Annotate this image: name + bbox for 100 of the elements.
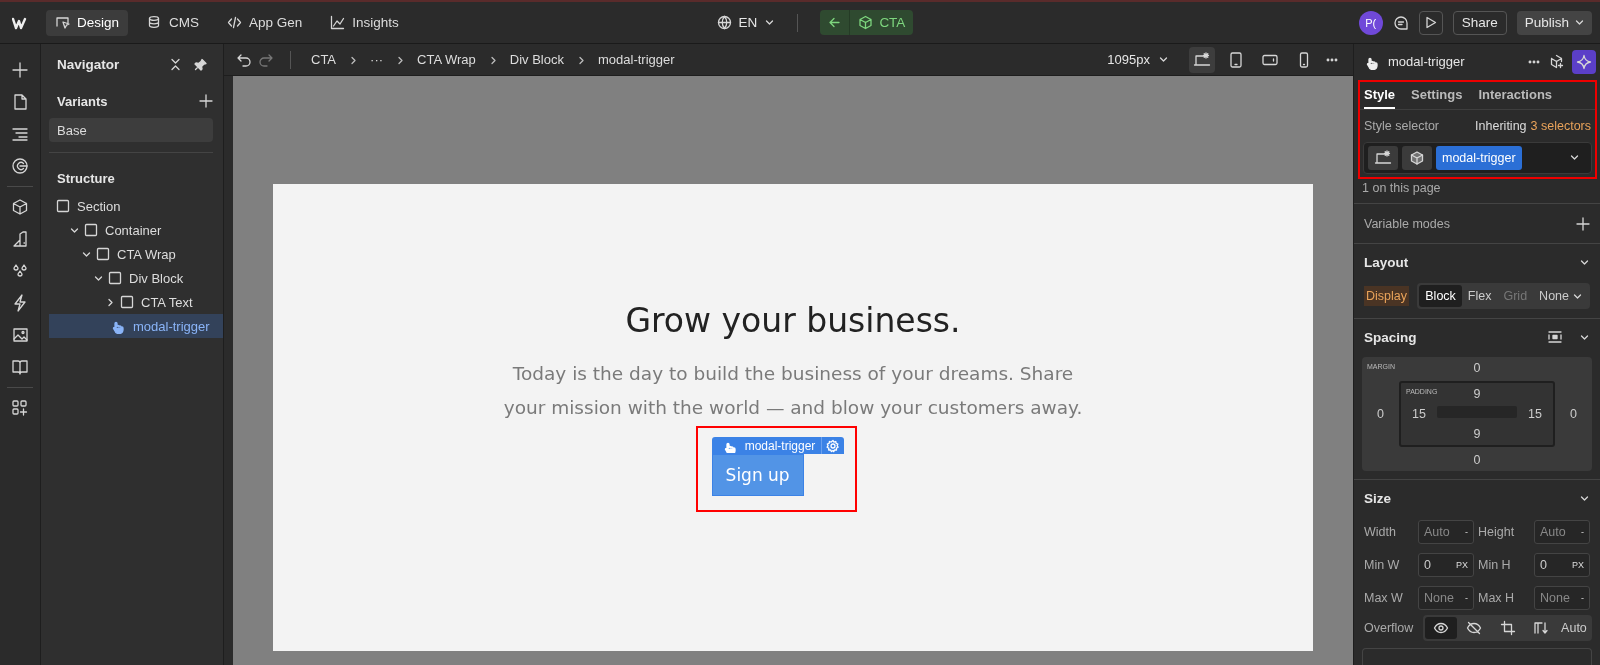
- caret-icon[interactable]: [81, 249, 91, 259]
- display-option[interactable]: None: [1533, 285, 1588, 308]
- book-icon[interactable]: [11, 358, 29, 376]
- avatar[interactable]: P(: [1358, 10, 1383, 35]
- image-icon[interactable]: [11, 326, 29, 344]
- pin-icon[interactable]: [194, 57, 207, 71]
- eye-off-icon: [1466, 620, 1483, 637]
- padding-value[interactable]: 15: [1412, 407, 1426, 422]
- display-option[interactable]: Flex: [1461, 285, 1498, 308]
- tree-item[interactable]: Section: [49, 194, 223, 218]
- navigator-icon[interactable]: [11, 125, 29, 143]
- input-field[interactable]: Auto -: [1418, 520, 1474, 545]
- input-field[interactable]: 0 PX: [1534, 553, 1590, 578]
- selectors-link[interactable]: 3 selectors: [1530, 118, 1591, 133]
- width-selector[interactable]: 1095px: [1107, 52, 1169, 67]
- panel-tab[interactable]: Settings: [1411, 81, 1463, 109]
- comment-icon[interactable]: [1392, 14, 1409, 31]
- gear-icon[interactable]: [826, 438, 841, 453]
- spacing-icon[interactable]: [1547, 329, 1563, 346]
- input-field[interactable]: Auto -: [1534, 520, 1590, 545]
- padding-value[interactable]: 9: [1473, 387, 1481, 402]
- class-tag[interactable]: modal-trigger: [1436, 145, 1522, 170]
- input-field[interactable]: 0 PX: [1418, 553, 1474, 578]
- panel-tab[interactable]: Interactions: [1478, 81, 1553, 109]
- field-label: Min H: [1478, 558, 1512, 573]
- mode-tab[interactable]: Design: [46, 9, 129, 36]
- share-button[interactable]: Share: [1452, 10, 1507, 35]
- apps-icon[interactable]: [11, 399, 29, 417]
- preview-button[interactable]: [1418, 10, 1443, 35]
- overflow-option[interactable]: Auto: [1557, 617, 1590, 640]
- mode-tab[interactable]: Insights: [321, 9, 408, 36]
- sparkle-icon: [1576, 53, 1592, 70]
- language-selector[interactable]: EN: [716, 15, 776, 30]
- field-label: Max W: [1364, 591, 1404, 606]
- caret-icon[interactable]: [105, 297, 115, 307]
- breadcrumb-link[interactable]: Div Block: [505, 52, 568, 67]
- desktop-icon[interactable]: [1374, 148, 1392, 167]
- caret-icon[interactable]: [69, 225, 79, 235]
- redo-icon[interactable]: [259, 52, 274, 67]
- breadcrumb-link[interactable]: ···: [366, 52, 388, 67]
- usage-text: 1 on this page: [1361, 179, 1442, 197]
- breadcrumb-link[interactable]: modal-trigger: [594, 52, 679, 67]
- collapse-icon[interactable]: [169, 57, 182, 71]
- margin-value[interactable]: 0: [1570, 407, 1577, 422]
- tree-item[interactable]: CTA Text: [49, 290, 223, 314]
- chevron-icon: [348, 54, 359, 65]
- section-title: Variants: [57, 93, 108, 109]
- cube-icon[interactable]: [1409, 149, 1425, 166]
- inheriting-text: Inheriting: [1475, 118, 1527, 133]
- tree-item[interactable]: CTA Wrap: [49, 242, 223, 266]
- tree-item[interactable]: modal-trigger: [49, 314, 223, 338]
- box-icon: [108, 271, 122, 285]
- publish-button[interactable]: Publish: [1516, 10, 1592, 35]
- padding-value[interactable]: 9: [1473, 427, 1481, 442]
- chevron-icon: [576, 54, 586, 65]
- tree-item[interactable]: Div Block: [49, 266, 223, 290]
- crop-icon: [1499, 620, 1516, 637]
- cube-add-icon[interactable]: [1549, 54, 1564, 70]
- element-name: modal-trigger: [1388, 54, 1465, 70]
- add-icon[interactable]: [11, 61, 29, 79]
- input-field[interactable]: None -: [1534, 586, 1590, 611]
- desktop-icon: [1193, 50, 1211, 69]
- display-option[interactable]: Block: [1419, 285, 1462, 308]
- drops-icon[interactable]: [11, 262, 29, 280]
- field-label: Max H: [1478, 591, 1516, 606]
- assistant-button[interactable]: [1572, 49, 1596, 74]
- cube-icon: [858, 15, 874, 30]
- caret-icon[interactable]: [93, 273, 103, 283]
- undo-icon[interactable]: [236, 52, 251, 67]
- selector-field[interactable]: modal-trigger: [1363, 141, 1592, 174]
- breakpoint-button[interactable]: [1189, 46, 1215, 73]
- section-title: Layout: [1364, 254, 1409, 270]
- tablet-icon: [1227, 50, 1245, 69]
- page-icon[interactable]: [11, 93, 29, 111]
- panel-title: Navigator: [57, 56, 120, 72]
- paragraph: Today is the day to build the business of your dreams. Share your mission with the world — and blow your customers away.: [502, 362, 1084, 420]
- mode-tab[interactable]: CMS: [138, 9, 209, 36]
- margin-value[interactable]: 0: [1473, 361, 1481, 376]
- add-icon[interactable]: [199, 94, 213, 108]
- margin-value[interactable]: 0: [1377, 407, 1384, 422]
- section-title: Size: [1364, 490, 1391, 506]
- target-icon[interactable]: [11, 157, 29, 175]
- add-icon[interactable]: [1576, 216, 1590, 231]
- section-title: Structure: [56, 170, 116, 188]
- variant-item[interactable]: Base: [49, 118, 213, 142]
- overflow-option[interactable]: [1425, 617, 1458, 640]
- input-field[interactable]: None -: [1418, 586, 1474, 611]
- component-button[interactable]: CTA: [850, 10, 914, 35]
- cube-icon[interactable]: [11, 198, 29, 216]
- breadcrumb-link[interactable]: CTA: [307, 52, 341, 67]
- swatch-icon[interactable]: [11, 230, 29, 248]
- box-icon: [120, 295, 134, 309]
- mode-tab[interactable]: App Gen: [218, 9, 312, 36]
- tree-item[interactable]: Container: [49, 218, 223, 242]
- breadcrumb-link[interactable]: CTA Wrap: [413, 52, 480, 67]
- panel-tab[interactable]: Style: [1364, 81, 1396, 109]
- margin-value[interactable]: 0: [1473, 453, 1481, 468]
- cursor-icon: [55, 15, 70, 30]
- box-icon: [96, 247, 110, 261]
- padding-value[interactable]: 15: [1528, 407, 1542, 422]
